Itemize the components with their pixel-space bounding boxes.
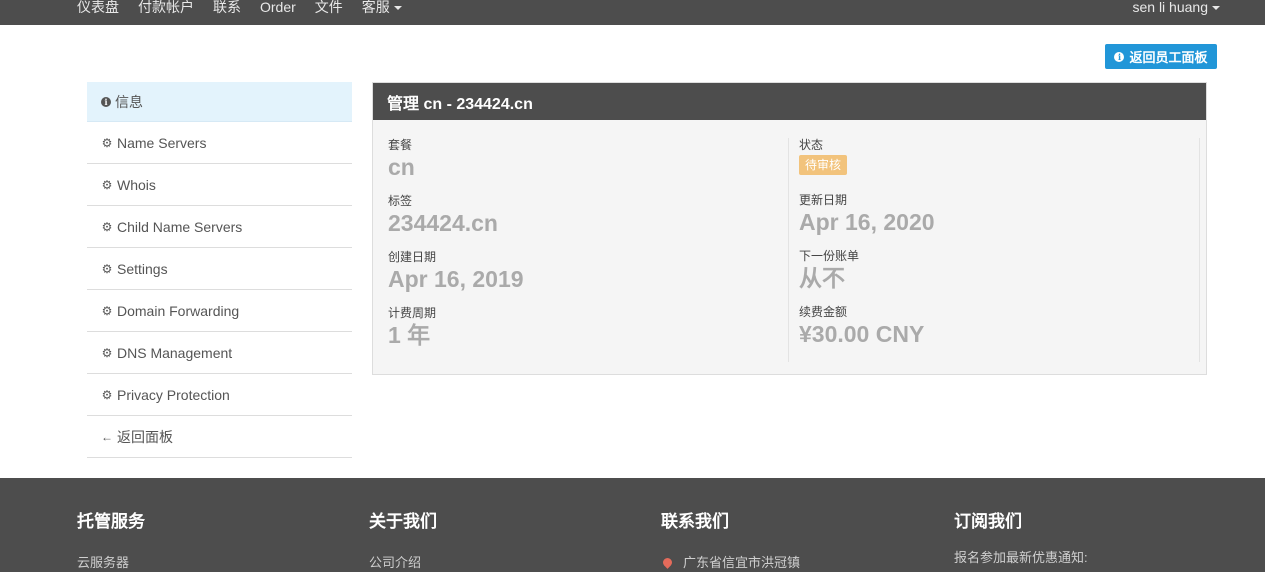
detail-billing-cycle: 计费周期 1 年 [388, 306, 524, 362]
domain-details-left: 套餐 cn 标签 234424.cn 创建日期 Apr 16, 2019 计费周… [388, 138, 524, 362]
user-name: sen li huang [1132, 0, 1208, 15]
footer-address: 广东省信宜市洪冠镇 [661, 555, 800, 571]
sidebar-item-label: Privacy Protection [117, 386, 230, 403]
footer-heading: 托管服务 [77, 512, 145, 531]
detail-renewal-date: 更新日期 Apr 16, 2020 [799, 193, 935, 249]
info-icon: i [1114, 51, 1125, 62]
top-navbar: 仪表盘 付款帐户 联系 Order 文件 客服 sen li huang [0, 0, 1265, 25]
sidebar-item-label: Domain Forwarding [117, 302, 240, 319]
detail-value: 234424.cn [388, 210, 498, 236]
nav-files[interactable]: 文件 [315, 0, 343, 17]
column-divider [788, 138, 789, 362]
sidebar-item-whois[interactable]: ⚙ Whois [87, 164, 352, 206]
staff-button-label: 返回员工面板 [1129, 50, 1208, 65]
sidebar-item-privacy-protection[interactable]: ⚙ Privacy Protection [87, 374, 352, 416]
nav-support-label: 客服 [361, 0, 390, 15]
detail-package: 套餐 cn [388, 138, 524, 194]
detail-label: 更新日期 [799, 193, 848, 207]
sidebar-item-settings[interactable]: ⚙ Settings [87, 248, 352, 290]
sidebar-item-label: DNS Management [117, 344, 233, 361]
panel-title: 管理 cn - 234424.cn [373, 83, 1206, 120]
gear-icon: ⚙ [101, 303, 113, 318]
detail-label: 套餐 [388, 138, 413, 152]
user-menu[interactable]: sen li huang [1132, 0, 1220, 17]
footer: 托管服务 云服务器 关于我们 公司介绍 联系我们 广东省信宜市洪冠镇 订阅我们 … [0, 478, 1265, 572]
nav-order[interactable]: Order [260, 0, 296, 17]
footer-column-subscribe: 订阅我们 报名参加最新优惠通知: [954, 512, 1088, 566]
sidebar-item-info[interactable]: i 信息 [87, 82, 352, 122]
detail-next-invoice: 下一份账单 从不 [799, 249, 935, 305]
map-pin-icon [661, 556, 674, 569]
sidebar-item-dns-management[interactable]: ⚙ DNS Management [87, 332, 352, 374]
detail-status: 状态 待审核 [799, 138, 935, 193]
sidebar-item-label: 信息 [115, 93, 143, 110]
sidebar-item-domain-forwarding[interactable]: ⚙ Domain Forwarding [87, 290, 352, 332]
detail-value: ¥30.00 CNY [799, 321, 925, 347]
detail-label: 状态 [799, 138, 824, 152]
detail-label: 计费周期 [388, 306, 437, 320]
arrow-left-icon: ← [101, 429, 113, 444]
chevron-down-icon [393, 6, 402, 11]
detail-label: 下一份账单 [799, 249, 860, 263]
detail-value: cn [388, 154, 415, 180]
gear-icon: ⚙ [101, 387, 113, 402]
chevron-down-icon [1212, 6, 1220, 11]
sidebar-item-label: Whois [117, 176, 156, 193]
detail-value: Apr 16, 2019 [388, 266, 524, 292]
footer-link[interactable]: 公司介绍 [369, 555, 437, 571]
detail-domain: 标签 234424.cn [388, 194, 524, 250]
sidebar-item-label: Settings [117, 260, 168, 277]
detail-value: Apr 16, 2020 [799, 209, 935, 235]
sidebar-item-name-servers[interactable]: ⚙ Name Servers [87, 122, 352, 164]
gear-icon: ⚙ [101, 261, 113, 276]
sidebar-item-back[interactable]: ← 返回面板 [87, 416, 352, 458]
sidebar-item-label: 返回面板 [117, 428, 173, 445]
detail-label: 续费金额 [799, 305, 848, 319]
domain-sidebar: i 信息 ⚙ Name Servers ⚙ Whois ⚙ Child Name… [87, 82, 352, 458]
nav-support-dropdown[interactable]: 客服 [362, 0, 402, 17]
nav-billing[interactable]: 付款帐户 [138, 0, 194, 17]
column-divider [1199, 138, 1200, 362]
domain-details-right: 状态 待审核 更新日期 Apr 16, 2020 下一份账单 从不 续费金额 ¥… [799, 138, 935, 361]
detail-label: 创建日期 [388, 250, 437, 264]
gear-icon: ⚙ [101, 135, 113, 150]
domain-info-panel: 管理 cn - 234424.cn 套餐 cn 标签 234424.cn 创建日… [372, 82, 1207, 375]
detail-value: 1 年 [388, 322, 431, 348]
footer-heading: 订阅我们 [954, 512, 1022, 531]
sidebar-item-label: Child Name Servers [117, 218, 243, 235]
detail-renewal-amount: 续费金额 ¥30.00 CNY [799, 305, 935, 361]
gear-icon: ⚙ [101, 219, 113, 234]
footer-link[interactable]: 云服务器 [77, 555, 145, 571]
footer-column-about: 关于我们 公司介绍 [369, 512, 437, 571]
detail-created: 创建日期 Apr 16, 2019 [388, 250, 524, 306]
back-to-staff-panel-button[interactable]: i 返回员工面板 [1105, 44, 1217, 69]
gear-icon: ⚙ [101, 177, 113, 192]
footer-column-contact: 联系我们 广东省信宜市洪冠镇 [661, 512, 800, 571]
sidebar-item-label: Name Servers [117, 134, 207, 151]
footer-subscribe-text: 报名参加最新优惠通知: [954, 550, 1088, 565]
nav-contact[interactable]: 联系 [213, 0, 241, 17]
info-icon: i [101, 96, 111, 107]
gear-icon: ⚙ [101, 345, 113, 360]
nav-dashboard[interactable]: 仪表盘 [77, 0, 119, 17]
sidebar-item-child-name-servers[interactable]: ⚙ Child Name Servers [87, 206, 352, 248]
nav-links: 仪表盘 付款帐户 联系 Order 文件 客服 [77, 0, 421, 17]
detail-value: 从不 [799, 265, 845, 291]
status-badge: 待审核 [799, 155, 848, 175]
footer-column-hosting: 托管服务 云服务器 [77, 512, 145, 571]
footer-heading: 关于我们 [369, 512, 437, 531]
footer-address-text: 广东省信宜市洪冠镇 [683, 555, 801, 570]
detail-label: 标签 [388, 194, 413, 208]
footer-heading: 联系我们 [661, 512, 729, 531]
